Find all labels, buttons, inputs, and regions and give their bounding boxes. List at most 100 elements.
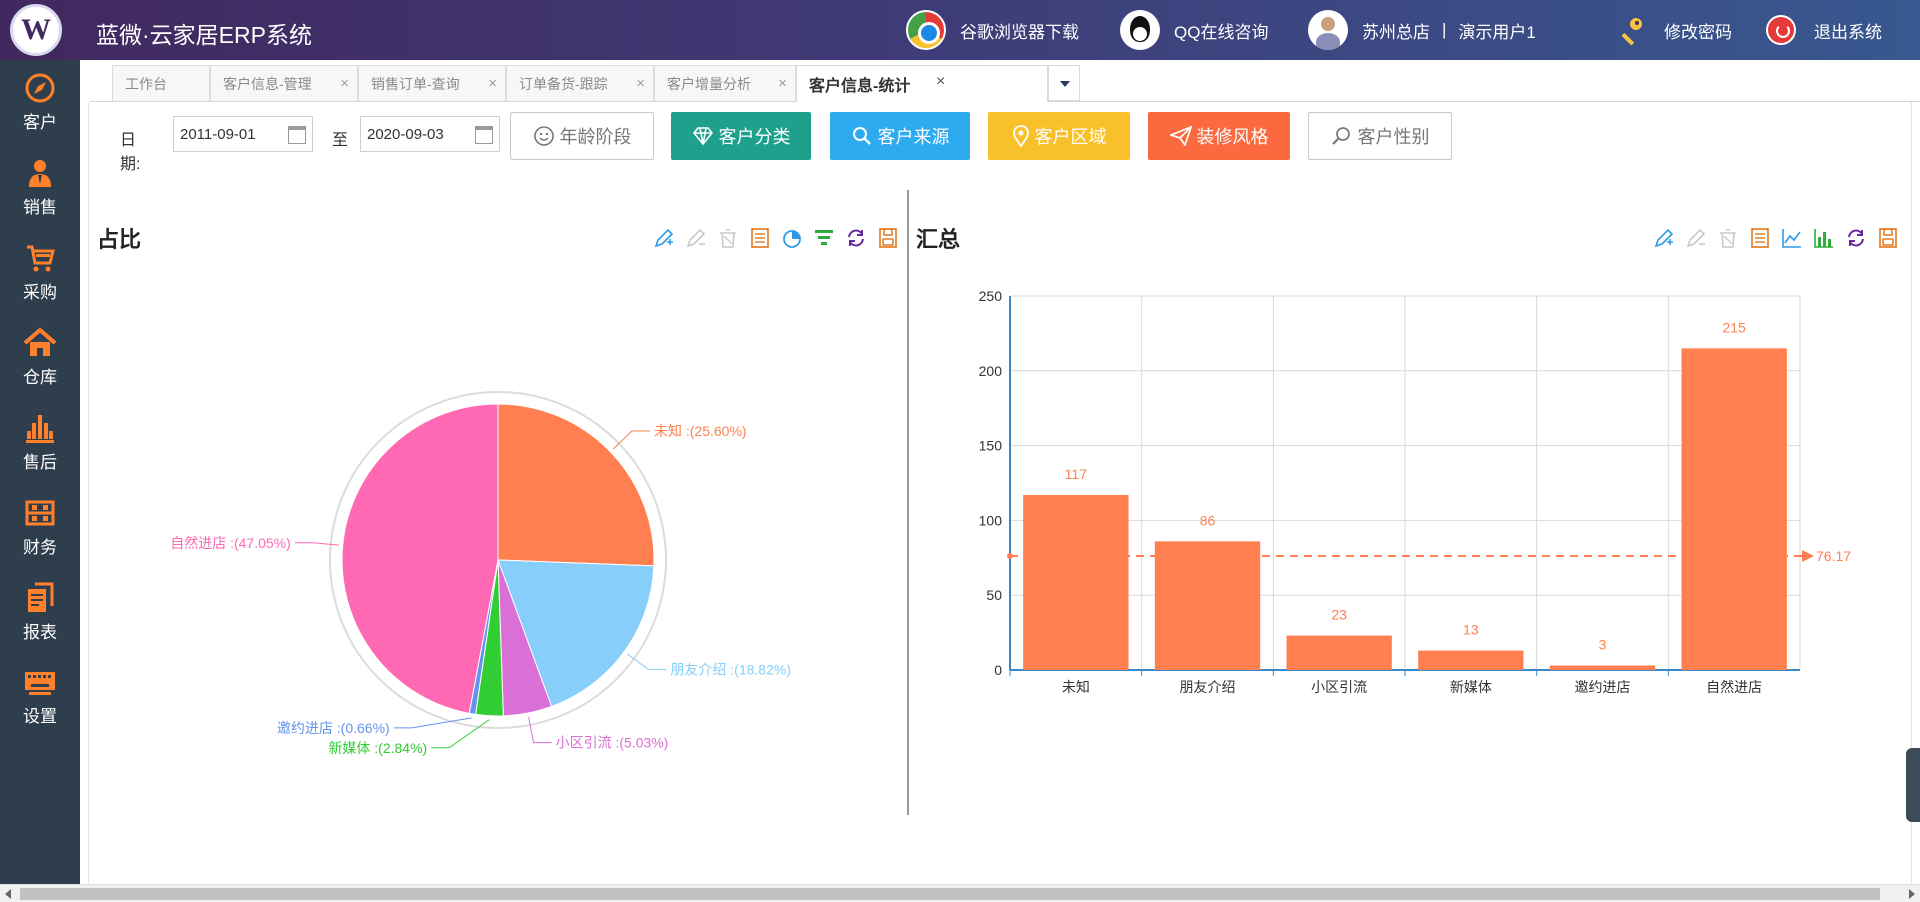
calendar-icon[interactable] [475,126,493,144]
pie-label: 朋友介绍 :(18.82%) [670,661,791,677]
scroll-right-icon[interactable] [1909,889,1915,899]
line-type-icon[interactable] [1776,225,1808,251]
scrollbar-thumb[interactable] [20,888,1880,900]
sidebar-item-label: 采购 [23,283,57,302]
top-header: W 蓝微·云家居ERP系统 谷歌浏览器下载 QQ在线咨询 苏州总店 | 演示用户… [0,0,1920,60]
age-group-button[interactable]: 年龄阶段 [510,112,654,160]
horizontal-scrollbar[interactable] [0,884,1920,902]
mark-pen-icon[interactable] [1648,225,1680,251]
close-icon[interactable]: × [778,75,787,92]
y-tick-label: 250 [979,288,1003,304]
sidebar-item-warehouse[interactable]: 仓库 [0,315,80,400]
button-label: 客户分类 [718,127,791,147]
chrome-icon [906,10,946,50]
x-tick-label: 未知 [1062,679,1090,695]
save-image-icon[interactable] [1872,225,1904,251]
pie-label: 自然进店 :(47.05%) [170,535,291,551]
sidebar-item-purchase[interactable]: 采购 [0,230,80,315]
tab-workbench[interactable]: 工作台 [112,65,210,101]
tab-label: 工作台 [125,75,167,92]
refresh-icon[interactable] [1840,225,1872,251]
home-icon [23,327,57,356]
cart-icon [27,245,55,272]
close-icon[interactable]: × [340,75,349,92]
mean-line-label: 76.17 [1816,548,1851,564]
customer-region-button[interactable]: 客户区域 [988,112,1130,160]
tab-customer-growth[interactable]: 客户增量分析 × [654,65,796,101]
scroll-left-icon[interactable] [5,889,11,899]
x-tick-label: 自然进店 [1706,679,1762,695]
user-name: 演示用户1 [1458,22,1536,42]
user-info[interactable]: 苏州总店 | 演示用户1 [1308,0,1536,60]
side-drawer-handle[interactable] [1906,748,1920,822]
x-tick-label: 小区引流 [1311,679,1367,695]
compass-icon [25,73,55,103]
send-icon [1169,126,1192,146]
sidebar-item-label: 售后 [23,453,57,472]
bar [1154,541,1261,670]
save-image-icon[interactable] [872,225,904,251]
data-view-icon[interactable] [744,225,776,251]
to-label: 至 [332,132,349,149]
change-password-link[interactable]: 修改密码 [1616,0,1732,60]
tab-sales-order[interactable]: 销售订单-查询 × [358,65,506,101]
date-label: 日期: [120,132,141,173]
pie-type-icon[interactable] [776,225,808,251]
mark-clear-icon[interactable] [1712,225,1744,251]
end-date-input[interactable]: 2020-09-03 [360,116,500,152]
sidebar-item-customer[interactable]: 客户 [0,60,80,145]
sidebar-item-finance[interactable]: 财务 [0,485,80,570]
data-view-icon[interactable] [1744,225,1776,251]
close-icon[interactable]: × [636,75,645,92]
mark-pen-icon[interactable] [648,225,680,251]
tab-customer-manage[interactable]: 客户信息-管理 × [210,65,358,101]
logout-label: 退出系统 [1814,22,1882,42]
bar-type-icon[interactable] [1808,225,1840,251]
button-label: 客户性别 [1357,127,1430,147]
customer-gender-button[interactable]: 客户性别 [1308,112,1452,160]
tab-order-tracking[interactable]: 订单备货-跟踪 × [506,65,654,101]
search-icon [852,127,871,145]
qq-consult-link[interactable]: QQ在线咨询 [1120,0,1268,60]
customer-category-button[interactable]: 客户分类 [671,112,811,160]
change-password-label: 修改密码 [1664,22,1732,42]
logout-link[interactable]: 退出系统 [1766,0,1882,60]
tab-more-dropdown[interactable] [1048,65,1080,101]
bar [1681,348,1787,670]
chrome-download-label: 谷歌浏览器下载 [960,22,1079,42]
decor-style-button[interactable]: 装修风格 [1148,112,1290,160]
qq-icon [1120,10,1160,50]
mark-undo-icon[interactable] [1680,225,1712,251]
diamond-icon [692,127,713,146]
mark-undo-icon[interactable] [680,225,712,251]
button-label: 装修风格 [1196,127,1269,147]
close-icon[interactable]: × [488,75,497,92]
pie-chart[interactable]: 未知 :(25.60%) 朋友介绍 :(18.82%) 小区引流 :(5.03%) 新… [90,260,910,820]
mark-clear-icon[interactable] [712,225,744,251]
sidebar-item-sales[interactable]: 销售 [0,145,80,230]
app-logo[interactable]: W [10,4,62,56]
tab-label: 客户信息-统计 [809,78,911,95]
close-icon[interactable]: × [936,73,945,91]
location-icon [1012,125,1029,147]
sidebar-item-label: 财务 [23,538,57,557]
bar-toolbox [1648,225,1904,251]
store-name: 苏州总店 [1362,22,1430,42]
customer-source-button[interactable]: 客户来源 [830,112,970,160]
pie-label: 新媒体 :(2.84%) [328,740,427,756]
chrome-download-link[interactable]: 谷歌浏览器下载 [906,0,1079,60]
sidebar-item-reports[interactable]: 报表 [0,570,80,655]
keyboard-icon [25,672,55,695]
start-date-input[interactable]: 2011-09-01 [173,116,313,152]
refresh-icon[interactable] [840,225,872,251]
calendar-icon[interactable] [288,126,306,144]
y-tick-label: 150 [979,438,1003,454]
sidebar-item-settings[interactable]: 设置 [0,655,80,740]
summary-panel-title: 汇总 [916,227,961,252]
sidebar-item-after-sales[interactable]: 售后 [0,400,80,485]
bar-chart[interactable]: 0 50 100 150 200 250 117 未知 86 朋友介绍 23 小区引流 13 新媒体 3 邀约… [920,260,1910,750]
button-label: 年龄阶段 [559,127,632,147]
tab-customer-stats[interactable]: 客户信息-统计 [796,65,1048,102]
funnel-icon[interactable] [808,225,840,251]
sidebar-item-label: 报表 [23,623,57,642]
